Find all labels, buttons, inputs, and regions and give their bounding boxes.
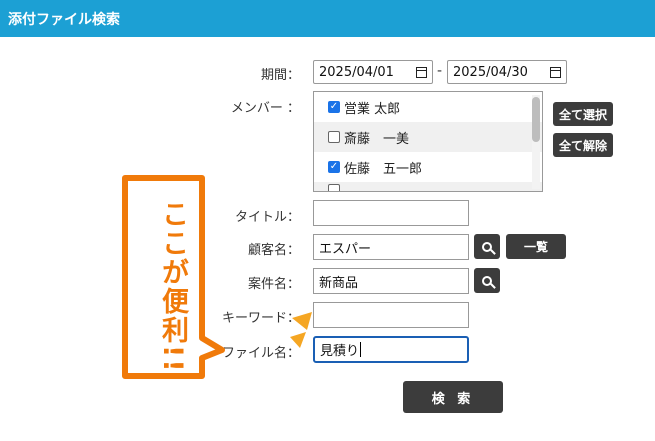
emphasis-mark [290, 332, 306, 348]
callout-annotation [122, 175, 312, 379]
callout-text: ここが便利!! [157, 200, 188, 374]
emphasis-mark [292, 312, 312, 330]
